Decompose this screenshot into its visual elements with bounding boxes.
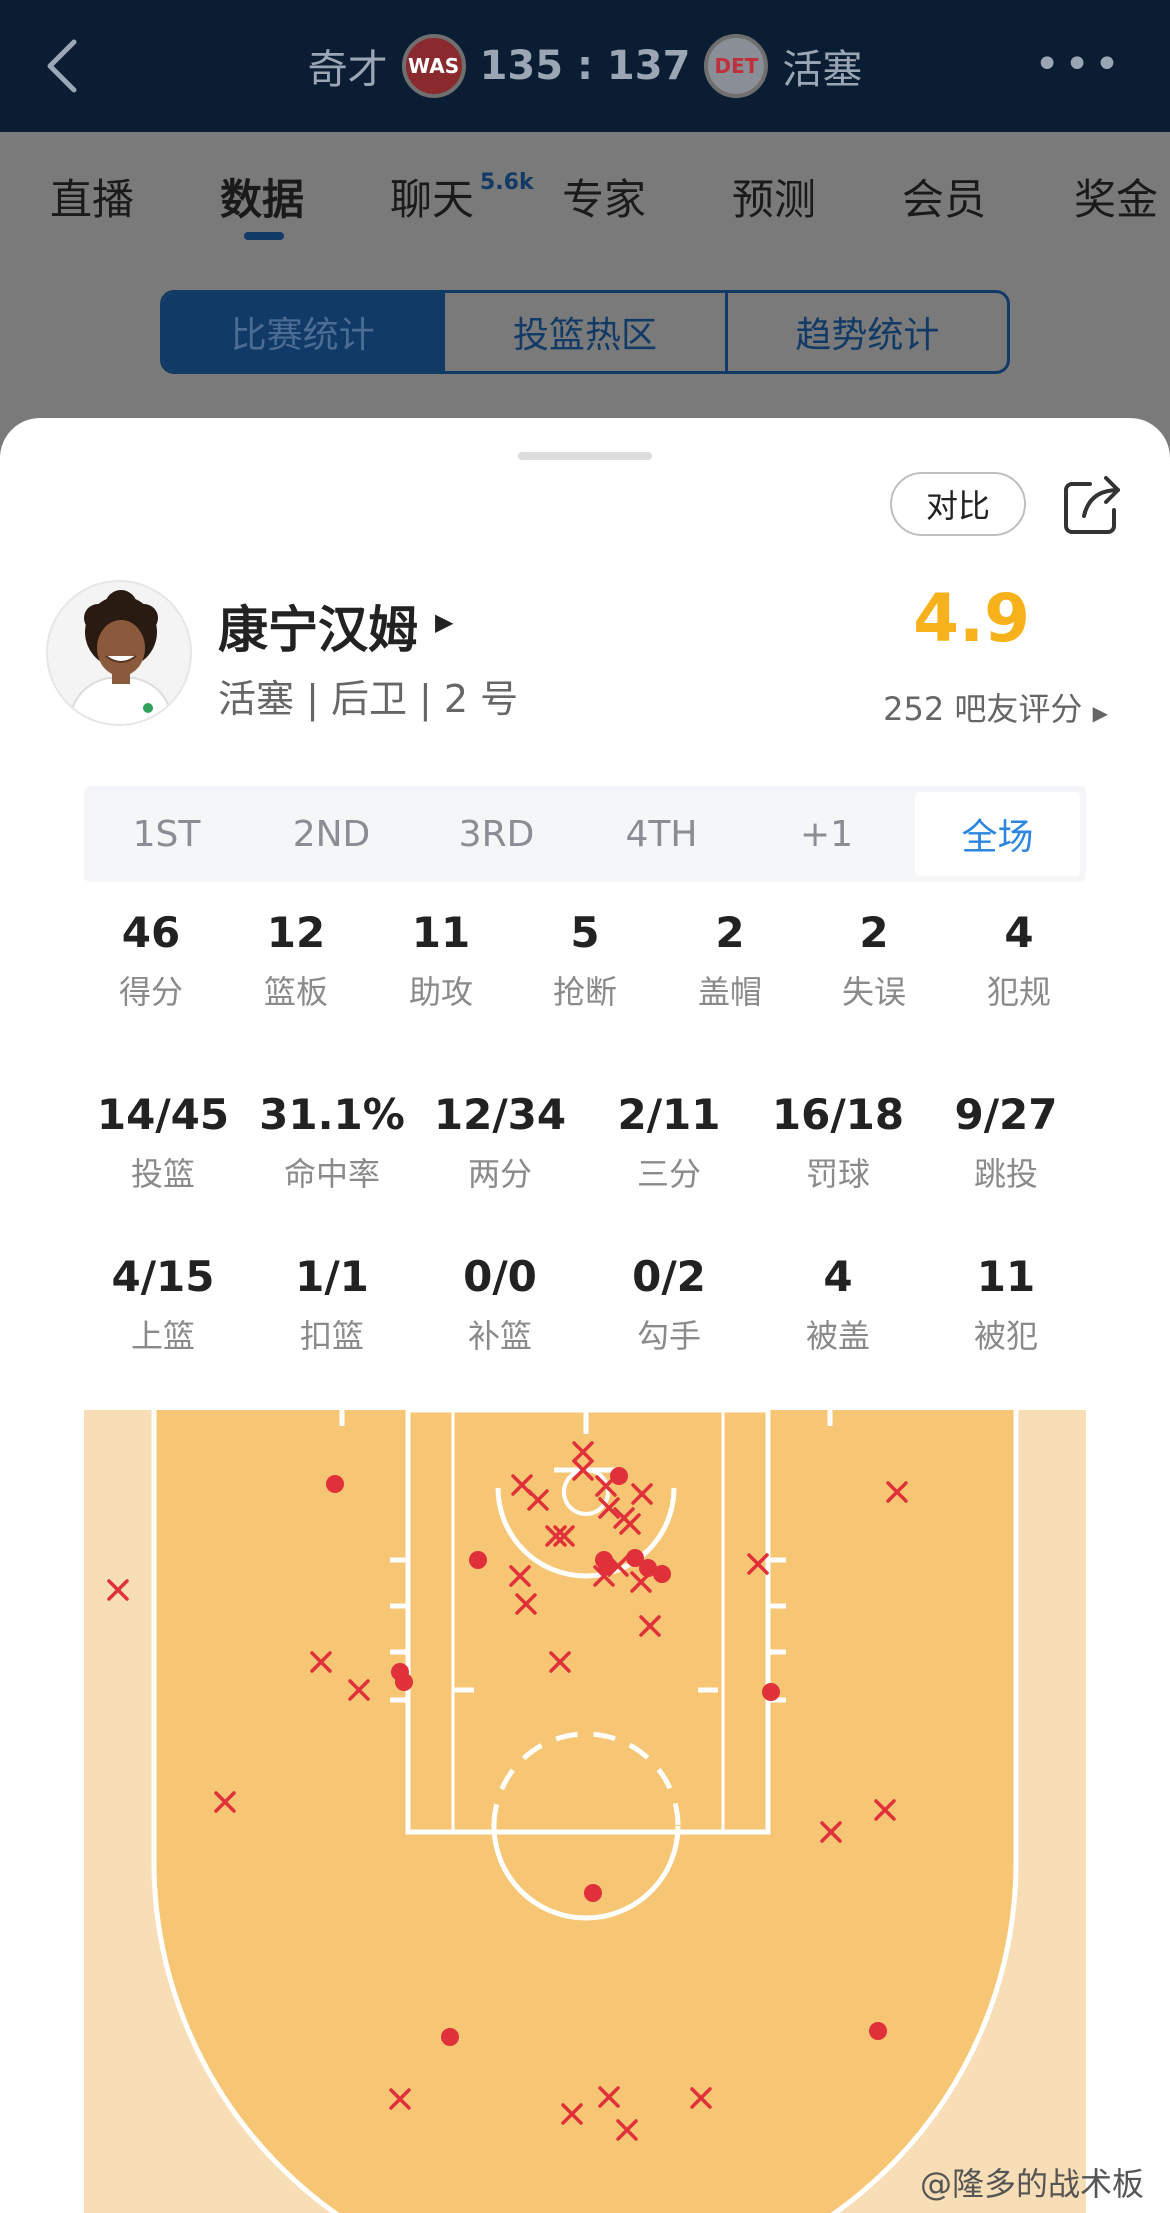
- tab-expert[interactable]: 专家: [562, 166, 646, 227]
- chat-count-badge: 5.6k: [480, 170, 534, 195]
- stat-hook-shots: 0/2 勾手: [584, 1252, 754, 1357]
- home-team-name: 奇才: [307, 47, 388, 93]
- scoreboard: 奇才 WAS 135 : 137 DET 活塞: [0, 32, 1170, 100]
- stat-fg: 14/45 投篮: [78, 1090, 248, 1195]
- made-shot-marker: [869, 2022, 887, 2040]
- stat-value: 1/1: [295, 1252, 369, 1301]
- segment-trend-stats[interactable]: 趋势统计: [724, 293, 1007, 371]
- made-shot-marker: [326, 1475, 344, 1493]
- stat-value: 9/27: [954, 1090, 1058, 1139]
- player-rating: 4.9: [913, 580, 1030, 657]
- stat-value: 16/18: [771, 1090, 905, 1139]
- stat-jumpers: 9/27 跳投: [921, 1090, 1091, 1195]
- stat-label: 被盖: [805, 1317, 870, 1355]
- tab-chat[interactable]: 聊天: [390, 166, 474, 227]
- away-team-name: 活塞: [782, 47, 863, 93]
- share-icon[interactable]: [1060, 472, 1126, 538]
- more-menu-icon[interactable]: •••: [1034, 43, 1124, 87]
- stat-value: 0/0: [463, 1252, 537, 1301]
- tab-bonus[interactable]: 奖金: [1074, 166, 1158, 227]
- period-tab-ot[interactable]: +1: [744, 786, 909, 882]
- stat-label: 命中率: [283, 1155, 380, 1193]
- period-tab-full-game[interactable]: 全场: [915, 792, 1080, 876]
- stat-two-pt: 12/34 两分: [415, 1090, 585, 1195]
- period-tabs: 1ST 2ND 3RD 4TH +1 全场: [84, 786, 1086, 882]
- made-shot-marker: [626, 1549, 644, 1567]
- period-tab-4th[interactable]: 4TH: [579, 786, 744, 882]
- player-avatar: [46, 580, 192, 726]
- made-shot-marker: [584, 1884, 602, 1902]
- stat-value: 2/11: [617, 1090, 721, 1139]
- stat-value: 4: [1004, 908, 1034, 957]
- stat-fg-pct: 31.1% 命中率: [247, 1090, 417, 1195]
- stat-value: 4: [823, 1252, 853, 1301]
- player-name[interactable]: 康宁汉姆: [218, 590, 418, 662]
- stat-label: 犯规: [986, 973, 1051, 1011]
- stat-label: 被犯: [973, 1317, 1038, 1355]
- period-tab-2nd[interactable]: 2ND: [249, 786, 414, 882]
- stat-three-pt: 2/11 三分: [584, 1090, 754, 1195]
- stat-value: 12/34: [433, 1090, 567, 1139]
- stat-label: 跳投: [973, 1155, 1038, 1193]
- stat-free-throws: 16/18 罚球: [753, 1090, 923, 1195]
- stat-layups: 4/15 上篮: [78, 1252, 248, 1357]
- segment-shot-zones[interactable]: 投篮热区: [442, 293, 724, 371]
- compare-button[interactable]: 对比: [890, 472, 1026, 536]
- stat-label: 三分: [636, 1155, 701, 1193]
- player-detail-arrow-icon[interactable]: ▶: [435, 608, 453, 636]
- stat-fouled: 11 被犯: [921, 1252, 1091, 1357]
- made-shot-marker: [469, 1551, 487, 1569]
- chevron-right-icon: ▶: [1092, 701, 1108, 725]
- player-info: 活塞 | 后卫 | 2 号: [218, 677, 519, 721]
- game-score: 135 : 137: [479, 43, 691, 89]
- main-tabs: 直播 数据 聊天 5.6k 专家 预测 会员 奖金: [0, 132, 1170, 252]
- away-team-logo: DET: [704, 34, 769, 98]
- stat-label: 两分: [467, 1155, 532, 1193]
- player-stats-sheet: 对比 康宁汉姆 ▶ 活塞 | 后卫 | 2 号 4.9 252 吧友评分 ▶ 1…: [0, 418, 1170, 2213]
- period-tab-3rd[interactable]: 3RD: [414, 786, 579, 882]
- stat-dunks: 1/1 扣篮: [247, 1252, 417, 1357]
- player-portrait-icon: [48, 582, 190, 724]
- stat-value: 4/15: [111, 1252, 215, 1301]
- stat-fouls: 4 犯规: [934, 908, 1104, 1013]
- watermark-text: @隆多的战术板: [919, 2165, 1144, 2203]
- made-shot-marker: [610, 1467, 628, 1485]
- made-shot-marker: [441, 2028, 459, 2046]
- stat-value: 11: [976, 1252, 1036, 1301]
- active-tab-indicator: [244, 232, 284, 240]
- segment-game-stats[interactable]: 比赛统计: [163, 293, 443, 371]
- stat-label: 投篮: [130, 1155, 195, 1193]
- stat-tip-ins: 0/0 补篮: [415, 1252, 585, 1357]
- stat-label: 上篮: [130, 1317, 195, 1355]
- tab-predict[interactable]: 预测: [732, 166, 816, 227]
- stat-blocked: 4 被盖: [753, 1252, 923, 1357]
- rating-count-label: 252 吧友评分: [883, 690, 1083, 728]
- rating-count-link[interactable]: 252 吧友评分 ▶: [883, 684, 1108, 730]
- stat-value: 31.1%: [259, 1090, 405, 1139]
- made-shot-marker: [391, 1663, 409, 1681]
- sheet-drag-handle[interactable]: [518, 452, 652, 460]
- stat-value: 0/2: [632, 1252, 706, 1301]
- stat-label: 勾手: [636, 1317, 701, 1355]
- made-shot-marker: [762, 1683, 780, 1701]
- stat-label: 扣篮: [299, 1317, 364, 1355]
- shot-chart-court: [84, 1410, 1086, 2213]
- top-bar: 奇才 WAS 135 : 137 DET 活塞 •••: [0, 0, 1170, 132]
- tab-member[interactable]: 会员: [902, 166, 986, 227]
- tab-data[interactable]: 数据: [220, 166, 304, 227]
- tab-live[interactable]: 直播: [50, 166, 134, 227]
- made-shot-marker: [653, 1565, 671, 1583]
- stats-segmented-control: 比赛统计 投篮热区 趋势统计: [160, 290, 1010, 374]
- period-tab-1st[interactable]: 1ST: [84, 786, 249, 882]
- stat-label: 补篮: [467, 1317, 532, 1355]
- stat-value: 14/45: [96, 1090, 230, 1139]
- home-team-logo: WAS: [401, 34, 466, 98]
- stat-label: 罚球: [805, 1155, 870, 1193]
